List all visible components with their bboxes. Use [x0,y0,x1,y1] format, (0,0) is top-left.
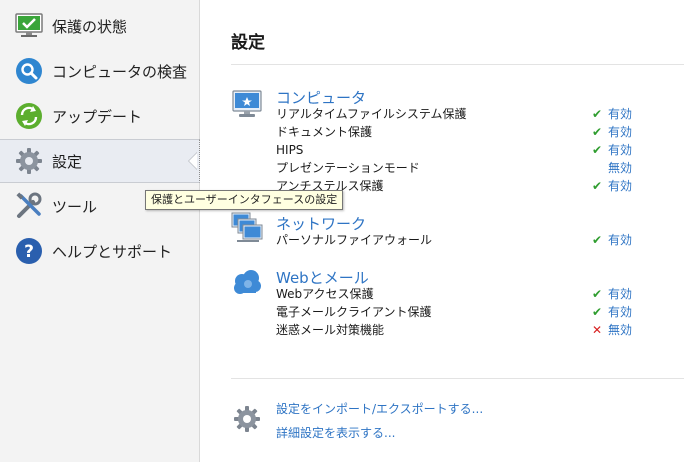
check-icon: ✔ [592,287,603,301]
sidebar-item-settings[interactable]: 設定 [0,139,200,183]
setting-name: 電子メールクライアント保護 [276,305,432,319]
help-icon: ? [14,236,44,266]
check-icon: ✔ [592,179,603,193]
sidebar-item-label: 保護の状態 [52,17,128,36]
check-icon: ✔ [592,305,603,319]
check-icon: ✔ [592,233,603,247]
tools-icon [14,191,44,221]
sidebar-item-label: コンピュータの検査 [52,62,188,81]
advanced-settings-link[interactable]: 詳細設定を表示する... [276,424,395,441]
sidebar-item-label: ヘルプとサポート [52,242,173,261]
setting-row-firewall[interactable]: パーソナルファイアウォール ✔ 有効 [276,231,636,249]
setting-row-hips[interactable]: HIPS ✔ 有効 [276,141,636,159]
gear-icon [234,406,260,432]
status-toggle[interactable]: 有効 [608,123,632,141]
setting-row-antispam[interactable]: 迷惑メール対策機能 ✕ 無効 [276,321,636,339]
sidebar-item-label: 設定 [52,152,83,171]
status-toggle[interactable]: 有効 [608,105,632,123]
page-title: 設定 [231,33,265,53]
setting-name: プレゼンテーションモード [276,161,420,175]
status-toggle[interactable]: 無効 [608,159,632,177]
setting-row-presentation[interactable]: プレゼンテーションモード 無効 [276,159,636,177]
status-toggle[interactable]: 有効 [608,285,632,303]
sidebar-item-label: アップデート [52,107,143,126]
setting-row-realtime-fs[interactable]: リアルタイムファイルシステム保護 ✔ 有効 [276,105,636,123]
setting-name: HIPS [276,143,304,157]
active-indicator [189,153,197,169]
status-toggle[interactable]: 有効 [608,303,632,321]
settings-tooltip: 保護とユーザーインタフェースの設定 [145,190,344,210]
status-toggle[interactable]: 無効 [608,321,632,339]
update-arrows-icon [14,101,44,131]
check-icon: ✔ [592,107,603,121]
cross-icon: ✕ [592,323,603,337]
computer-icon [232,90,262,117]
setting-name: 迷惑メール対策機能 [276,323,385,337]
setting-name: ドキュメント保護 [276,125,373,139]
sidebar-item-computer-scan[interactable]: コンピュータの検査 [0,49,200,93]
check-icon: ✔ [592,143,603,157]
svg-text:?: ? [24,242,34,262]
sidebar-item-protection-status[interactable]: 保護の状態 [0,4,200,48]
status-toggle[interactable]: 有効 [608,177,632,195]
sidebar-item-help-support[interactable]: ? ヘルプとサポート [0,229,200,273]
setting-row-email-client[interactable]: 電子メールクライアント保護 ✔ 有効 [276,303,636,321]
sidebar-item-update[interactable]: アップデート [0,94,200,138]
setting-row-web-access[interactable]: Webアクセス保護 ✔ 有効 [276,285,636,303]
web-mail-cloud-icon [234,270,261,294]
gear-icon [14,146,44,176]
divider [231,378,684,379]
setting-name: Webアクセス保護 [276,287,374,301]
check-icon: ✔ [592,125,603,139]
sidebar-item-label: ツール [52,197,98,216]
setting-name: リアルタイムファイルシステム保護 [276,107,467,121]
setting-name: パーソナルファイアウォール [276,233,433,247]
monitor-check-icon [14,11,44,41]
status-toggle[interactable]: 有効 [608,231,632,249]
setting-row-document[interactable]: ドキュメント保護 ✔ 有効 [276,123,636,141]
import-export-settings-link[interactable]: 設定をインポート/エクスポートする... [276,400,483,417]
sidebar: 保護の状態 コンピュータの検査 アップデート 設定 ツール ? ヘルプとサポート [0,0,200,462]
network-icon [231,212,263,242]
magnifier-icon [14,56,44,86]
status-toggle[interactable]: 有効 [608,141,632,159]
divider [231,64,684,65]
